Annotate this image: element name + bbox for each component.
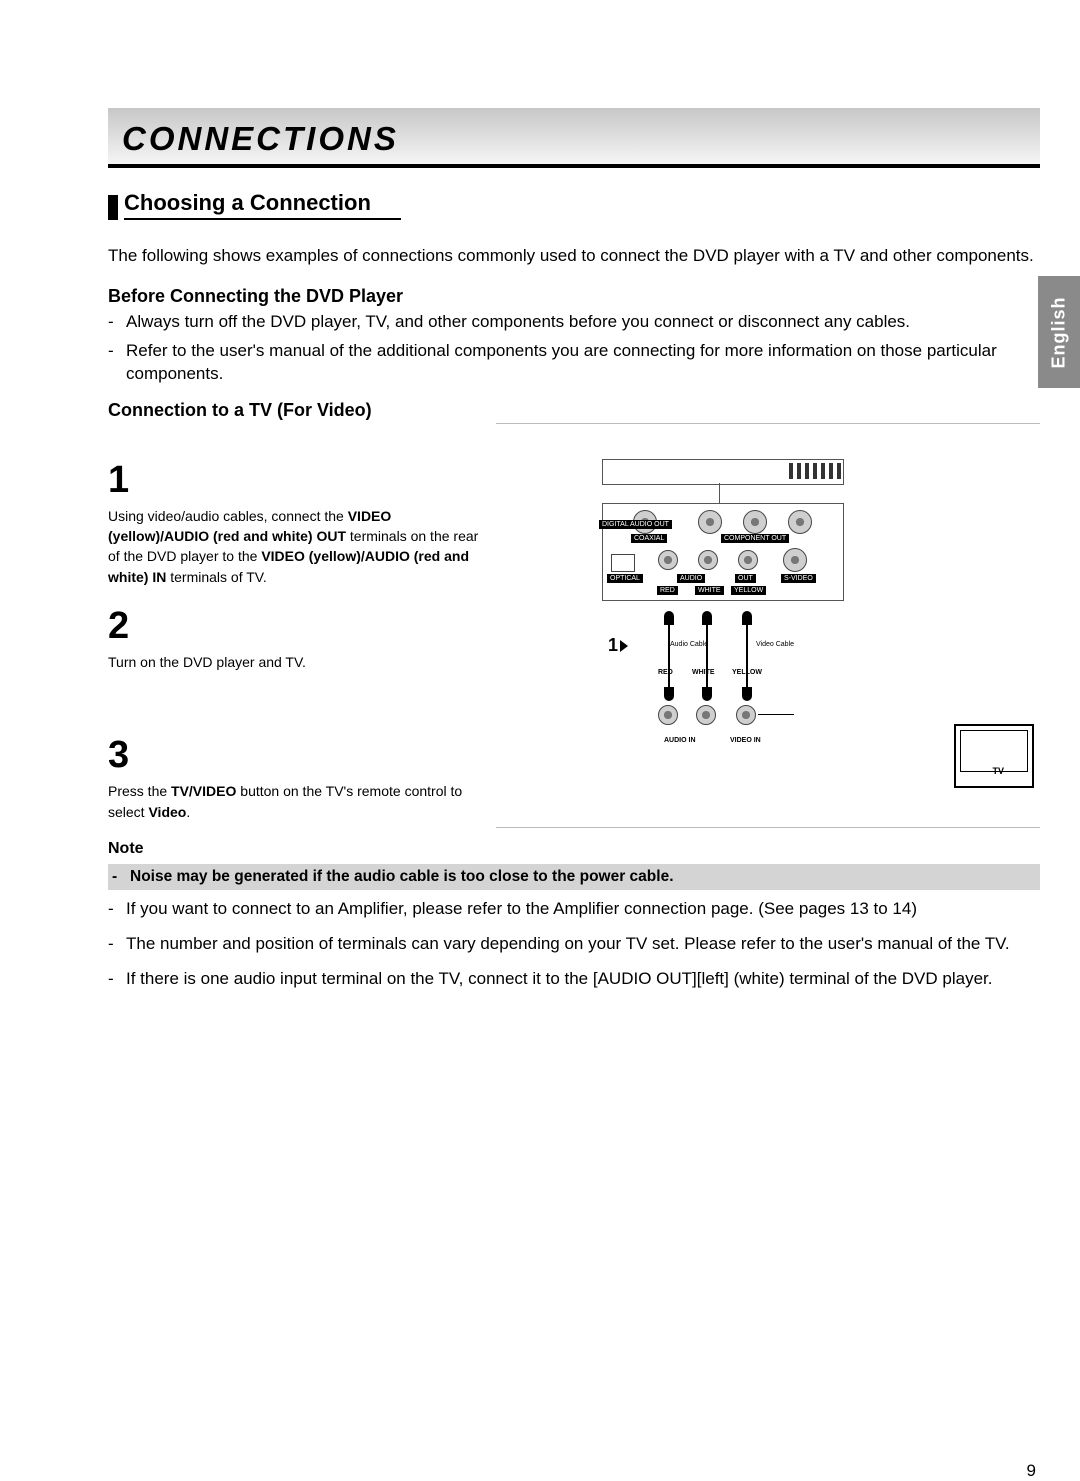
section-title: CONNECTIONS bbox=[122, 120, 399, 157]
diagram-top-rule bbox=[496, 423, 1040, 424]
tv-jack-yellow bbox=[736, 705, 756, 725]
subheading-marker bbox=[108, 195, 118, 220]
language-tab: English bbox=[1038, 276, 1080, 388]
cable-audio-red bbox=[662, 611, 676, 701]
label-audio-in: AUDIO IN bbox=[664, 737, 696, 744]
language-tab-label: English bbox=[1049, 296, 1070, 368]
before-item: -Refer to the user's manual of the addit… bbox=[108, 340, 1040, 386]
label-white-top: WHITE bbox=[695, 586, 724, 595]
label-digital: DIGITAL AUDIO OUT bbox=[599, 520, 672, 529]
tv-lead-line bbox=[758, 714, 794, 715]
jack-component-2 bbox=[743, 510, 767, 534]
step-number: 3 bbox=[108, 734, 488, 777]
cable-audio-white bbox=[700, 611, 714, 701]
label-red-mid: RED bbox=[658, 669, 673, 676]
label-optical: OPTICAL bbox=[607, 574, 643, 583]
before-list: -Always turn off the DVD player, TV, and… bbox=[108, 311, 1040, 386]
tv-jack-red bbox=[658, 705, 678, 725]
label-audio-cable: Audio Cable bbox=[670, 641, 708, 648]
label-yellow-mid: YELLOW bbox=[732, 669, 762, 676]
steps-column: 1Using video/audio cables, connect the V… bbox=[108, 441, 488, 822]
label-white-mid: WHITE bbox=[692, 669, 715, 676]
jack-component-1 bbox=[698, 510, 722, 534]
label-svideo: S-VIDEO bbox=[781, 574, 816, 583]
diagram-step-marker: 1 bbox=[608, 635, 628, 656]
jack-audio-l bbox=[658, 550, 678, 570]
jack-component-3 bbox=[788, 510, 812, 534]
step-text: Press the TV/VIDEO button on the TV's re… bbox=[108, 781, 488, 822]
label-video-cable: Video Cable bbox=[756, 641, 794, 648]
jack-audio-r bbox=[698, 550, 718, 570]
tv-label: TV bbox=[992, 766, 1004, 776]
note-heading: Note bbox=[108, 840, 1040, 858]
note-item: -If you want to connect to an Amplifier,… bbox=[108, 898, 1040, 921]
before-heading: Before Connecting the DVD Player bbox=[108, 286, 1040, 307]
step-text: Turn on the DVD player and TV. bbox=[108, 652, 488, 672]
diag-lead-line bbox=[719, 483, 720, 503]
note-list: -If you want to connect to an Amplifier,… bbox=[108, 898, 1040, 991]
label-yellow-top: YELLOW bbox=[731, 586, 766, 595]
terminal-panel: DIGITAL AUDIO OUT COAXIAL COMPONENT OUT … bbox=[602, 503, 844, 601]
note-item: -The number and position of terminals ca… bbox=[108, 933, 1040, 956]
diagram-bottom-rule bbox=[496, 827, 1040, 828]
tv-icon bbox=[954, 724, 1034, 788]
label-audio: AUDIO bbox=[677, 574, 705, 583]
label-coaxial: COAXIAL bbox=[631, 534, 667, 543]
jack-video bbox=[738, 550, 758, 570]
page-number: 9 bbox=[1027, 1461, 1036, 1481]
diagram-column: DIGITAL AUDIO OUT COAXIAL COMPONENT OUT … bbox=[496, 441, 1040, 822]
section-title-block: CONNECTIONS bbox=[108, 108, 1040, 168]
step-number: 2 bbox=[108, 605, 488, 648]
connection-heading: Connection to a TV (For Video) bbox=[108, 400, 1040, 421]
before-item: -Always turn off the DVD player, TV, and… bbox=[108, 311, 1040, 334]
intro-paragraph: The following shows examples of connecti… bbox=[108, 245, 1040, 268]
step-number: 1 bbox=[108, 459, 488, 502]
label-component: COMPONENT OUT bbox=[721, 534, 789, 543]
dvd-rear-outline bbox=[602, 459, 844, 485]
note-item: -If there is one audio input terminal on… bbox=[108, 968, 1040, 991]
note-highlight: -Noise may be generated if the audio cab… bbox=[108, 864, 1040, 890]
label-out: OUT bbox=[735, 574, 756, 583]
jack-optical bbox=[611, 554, 635, 572]
subheading: Choosing a Connection bbox=[124, 190, 401, 220]
label-video-in: VIDEO IN bbox=[730, 737, 761, 744]
tv-jack-white bbox=[696, 705, 716, 725]
connection-diagram: DIGITAL AUDIO OUT COAXIAL COMPONENT OUT … bbox=[524, 441, 1030, 822]
jack-svideo bbox=[783, 548, 807, 572]
subheading-row: Choosing a Connection bbox=[108, 190, 1040, 220]
step-text: Using video/audio cables, connect the VI… bbox=[108, 506, 488, 587]
cable-video-yellow bbox=[740, 611, 754, 701]
label-red-top: RED bbox=[657, 586, 678, 595]
play-icon bbox=[620, 640, 628, 652]
